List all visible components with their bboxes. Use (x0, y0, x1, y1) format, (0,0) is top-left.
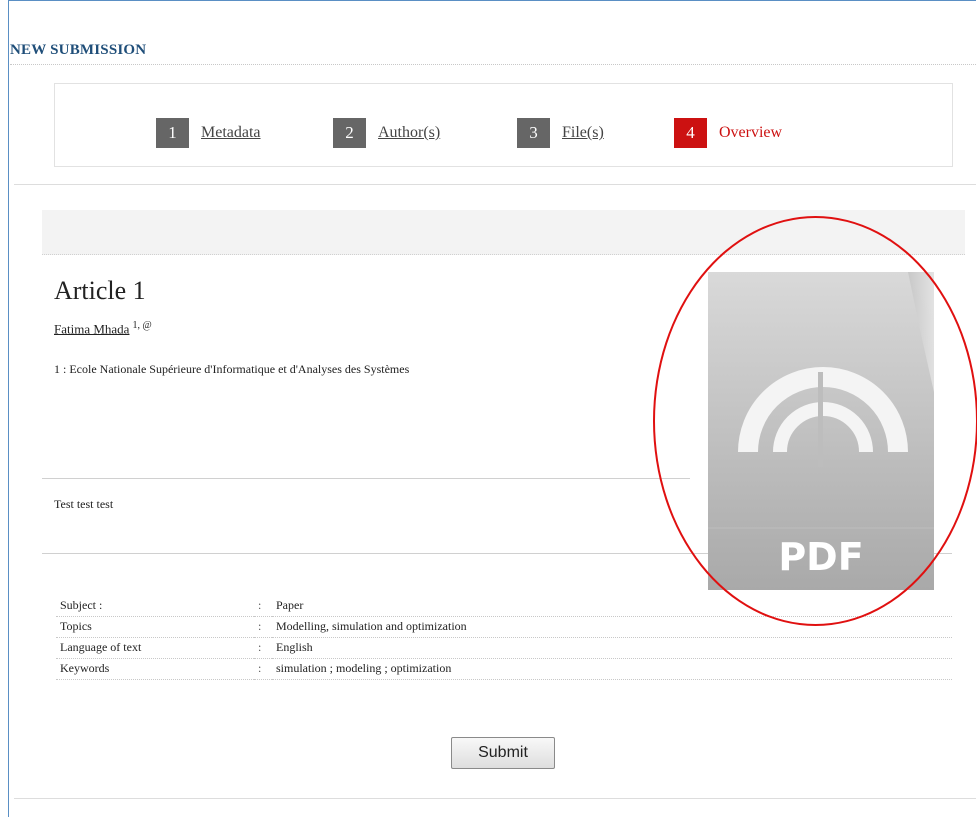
meta-value: Modelling, simulation and optimization (272, 616, 952, 638)
meta-key: Language of text (56, 637, 254, 659)
affiliation-number: 1 : (54, 362, 67, 376)
table-row: Keywords : simulation ; modeling ; optim… (56, 658, 952, 680)
meta-key: Topics (56, 616, 254, 638)
author-link[interactable]: Fatima Mhada (54, 321, 129, 336)
meta-key: Keywords (56, 658, 254, 680)
submit-button[interactable]: Submit (451, 737, 555, 769)
step-metadata[interactable]: 1 Metadata (156, 118, 261, 148)
meta-sep: : (254, 596, 272, 617)
overview-header-bar (42, 210, 965, 255)
table-row: Subject : : Paper (56, 596, 952, 617)
step-number-active: 4 (674, 118, 707, 148)
page-title: NEW SUBMISSION (10, 42, 147, 58)
meta-key: Subject : (56, 596, 254, 617)
step-files[interactable]: 3 File(s) (517, 118, 604, 148)
pdf-label: PDF (778, 535, 863, 579)
pdf-file-icon: PDF (708, 272, 934, 590)
step-link-authors[interactable]: Author(s) (378, 124, 440, 142)
pdf-preview[interactable]: PDF (708, 272, 934, 590)
author-affiliation-ref: 1, @ (132, 320, 152, 331)
meta-value: English (272, 637, 952, 659)
step-authors[interactable]: 2 Author(s) (333, 118, 440, 148)
affiliation: 1 : Ecole Nationale Supérieure d'Informa… (54, 362, 409, 377)
step-label-overview: Overview (719, 124, 783, 141)
affiliation-name: Ecole Nationale Supérieure d'Informatiqu… (69, 362, 410, 376)
step-number: 2 (333, 118, 366, 148)
step-number: 3 (517, 118, 550, 148)
step-link-metadata[interactable]: Metadata (201, 124, 261, 142)
meta-value: simulation ; modeling ; optimization (272, 658, 952, 680)
divider (42, 478, 690, 479)
submission-steps: 1 Metadata 2 Author(s) 3 File(s) 4 Overv… (54, 83, 953, 167)
abstract-text: Test test test (54, 497, 114, 511)
article-title: Article 1 (54, 276, 146, 305)
step-overview: 4 Overview (674, 118, 782, 148)
meta-value: Paper (272, 596, 952, 617)
meta-sep: : (254, 658, 272, 680)
author-line: Fatima Mhada 1, @ (54, 320, 152, 337)
metadata-table: Subject : : Paper Topics : Modelling, si… (56, 596, 952, 680)
meta-sep: : (254, 637, 272, 659)
meta-sep: : (254, 616, 272, 638)
table-row: Topics : Modelling, simulation and optim… (56, 616, 952, 638)
step-number: 1 (156, 118, 189, 148)
table-row: Language of text : English (56, 637, 952, 659)
step-link-files[interactable]: File(s) (562, 124, 604, 142)
title-divider (10, 64, 976, 65)
